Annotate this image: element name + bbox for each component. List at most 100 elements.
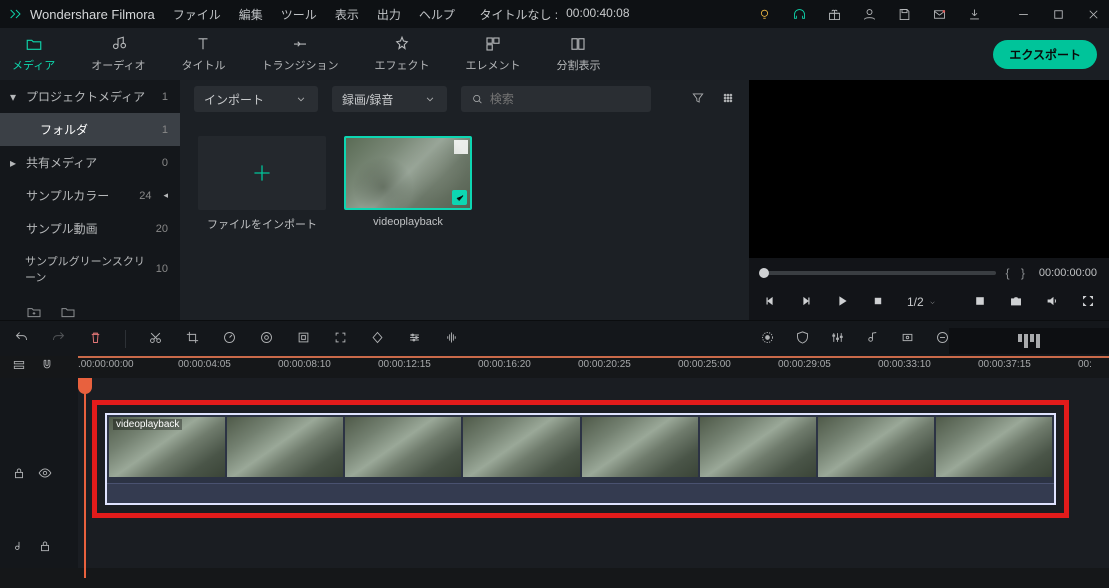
import-dropdown[interactable]: インポート — [194, 86, 318, 112]
color-tool-icon[interactable] — [259, 330, 274, 348]
snapshot-icon[interactable] — [1009, 294, 1023, 311]
speed-tool-icon[interactable] — [222, 330, 237, 348]
audio-mix-icon[interactable] — [865, 330, 880, 348]
crop-icon[interactable] — [973, 294, 987, 311]
download-icon[interactable] — [967, 7, 982, 22]
tab-media[interactable]: メディア — [12, 35, 55, 73]
tab-effect-label: エフェクト — [374, 57, 429, 73]
menu-edit[interactable]: 編集 — [239, 6, 263, 23]
sidebar-item-shared-media[interactable]: ▸共有メディア0 — [0, 146, 180, 179]
tab-element[interactable]: エレメント — [465, 35, 520, 73]
sidebar-item-count: 10 — [156, 263, 168, 275]
sidebar-item-sample-green[interactable]: サンプルグリーンスクリーン10 — [0, 245, 180, 293]
app-brand: Wondershare Filmora — [8, 6, 155, 22]
tab-title[interactable]: タイトル — [181, 35, 225, 73]
adjust-icon[interactable] — [407, 330, 422, 348]
cut-icon[interactable] — [148, 330, 163, 348]
save-icon[interactable] — [897, 7, 912, 22]
timeline-ruler[interactable]: .00:00:00:0000:00:04:0500:00:08:1000:00:… — [78, 356, 1109, 378]
tab-split[interactable]: 分割表示 — [556, 35, 600, 73]
tab-transition-label: トランジション — [261, 57, 338, 73]
media-pane: インポート 録画/録音 ファイルをインポート videoplayback — [180, 80, 749, 320]
lock-icon[interactable] — [12, 466, 26, 483]
delete-icon[interactable] — [88, 330, 103, 348]
media-thumb[interactable] — [344, 136, 472, 210]
sidebar-item-label: サンプル動画 — [26, 220, 98, 237]
timeline-toolbar — [0, 320, 1109, 356]
mixer-icon[interactable] — [830, 330, 845, 348]
tab-media-label: メディア — [12, 57, 55, 73]
volume-icon[interactable] — [1045, 294, 1059, 311]
shield-icon[interactable] — [795, 330, 810, 348]
close-icon[interactable] — [1086, 7, 1101, 22]
timeline-clip[interactable]: videoplayback — [105, 413, 1056, 505]
preview-screen[interactable] — [749, 80, 1109, 258]
record-icon[interactable] — [760, 330, 775, 348]
menu-help[interactable]: ヘルプ — [419, 6, 455, 23]
speed-dropdown[interactable]: 1/2 — [907, 295, 937, 309]
tab-transition[interactable]: トランジション — [261, 35, 338, 73]
menu-tool[interactable]: ツール — [281, 6, 317, 23]
minimize-icon[interactable] — [1016, 7, 1031, 22]
filter-icon[interactable] — [691, 91, 705, 108]
headphones-icon[interactable] — [792, 7, 807, 22]
user-icon[interactable] — [862, 7, 877, 22]
media-card[interactable]: videoplayback — [344, 136, 472, 232]
preview-scrub-track[interactable] — [761, 271, 996, 275]
export-button[interactable]: エクスポート — [993, 40, 1097, 69]
markers-braces[interactable]: { } — [1006, 266, 1029, 280]
track-manage-icon[interactable] — [12, 358, 26, 375]
menu-output[interactable]: 出力 — [377, 6, 401, 23]
chevron-down-icon — [423, 92, 437, 106]
gift-icon[interactable] — [827, 7, 842, 22]
search-input[interactable] — [490, 92, 642, 106]
new-folder-icon[interactable] — [26, 304, 42, 323]
main-menu: ファイル 編集 ツール 表示 出力 ヘルプ — [173, 6, 455, 23]
audio-tool-icon[interactable] — [444, 330, 459, 348]
bulb-icon[interactable] — [757, 7, 772, 22]
sidebar-item-sample-video[interactable]: サンプル動画20 — [0, 212, 180, 245]
record-dropdown[interactable]: 録画/録音 — [332, 86, 447, 112]
maximize-icon[interactable] — [1051, 7, 1066, 22]
play-icon[interactable] — [835, 294, 849, 311]
magnet-icon[interactable] — [40, 358, 54, 375]
fullscreen-icon[interactable] — [1081, 294, 1095, 311]
tab-audio-label: オーディオ — [91, 57, 145, 73]
import-thumb[interactable] — [198, 136, 326, 210]
import-card[interactable]: ファイルをインポート — [198, 136, 326, 232]
tab-audio[interactable]: オーディオ — [91, 35, 145, 73]
mail-icon[interactable] — [932, 7, 947, 22]
logo-icon — [8, 6, 24, 22]
render-icon[interactable] — [900, 330, 915, 348]
keyframe-icon[interactable] — [370, 330, 385, 348]
marker-icon[interactable] — [333, 330, 348, 348]
crop-zoom-icon[interactable] — [296, 330, 311, 348]
preview-scrub-knob[interactable] — [759, 268, 769, 278]
music-icon[interactable] — [12, 539, 26, 556]
redo-icon[interactable] — [51, 330, 66, 348]
stop-icon[interactable] — [871, 294, 885, 311]
sidebar-item-folder[interactable]: フォルダ1 — [0, 113, 180, 146]
timeline-tracks[interactable]: videoplayback — [78, 378, 1109, 568]
tab-effect[interactable]: エフェクト — [374, 35, 429, 73]
chevron-down-icon: ▾ — [10, 90, 18, 104]
speed-label: 1/2 — [907, 295, 924, 309]
folder-icon[interactable] — [60, 304, 76, 323]
prev-frame-icon[interactable] — [763, 294, 777, 311]
eye-icon[interactable] — [38, 466, 52, 483]
crop-tool-icon[interactable] — [185, 330, 200, 348]
search-box[interactable] — [461, 86, 651, 112]
sidebar-item-sample-color[interactable]: サンプルカラー24◂ — [0, 179, 180, 212]
menu-file[interactable]: ファイル — [173, 6, 221, 23]
title-bar: Wondershare Filmora ファイル 編集 ツール 表示 出力 ヘル… — [0, 0, 1109, 28]
lock-icon[interactable] — [38, 539, 52, 556]
next-frame-icon[interactable] — [799, 294, 813, 311]
waveform-toggle[interactable] — [949, 328, 1109, 354]
playhead-line[interactable] — [84, 378, 86, 578]
sidebar-item-project-media[interactable]: ▾プロジェクトメディア1 — [0, 80, 180, 113]
menu-view[interactable]: 表示 — [335, 6, 359, 23]
import-card-label: ファイルをインポート — [207, 216, 317, 232]
zoom-out-icon[interactable] — [935, 330, 950, 348]
grid-view-icon[interactable] — [721, 91, 735, 108]
clip-audio-waveform[interactable] — [107, 483, 1054, 503]
